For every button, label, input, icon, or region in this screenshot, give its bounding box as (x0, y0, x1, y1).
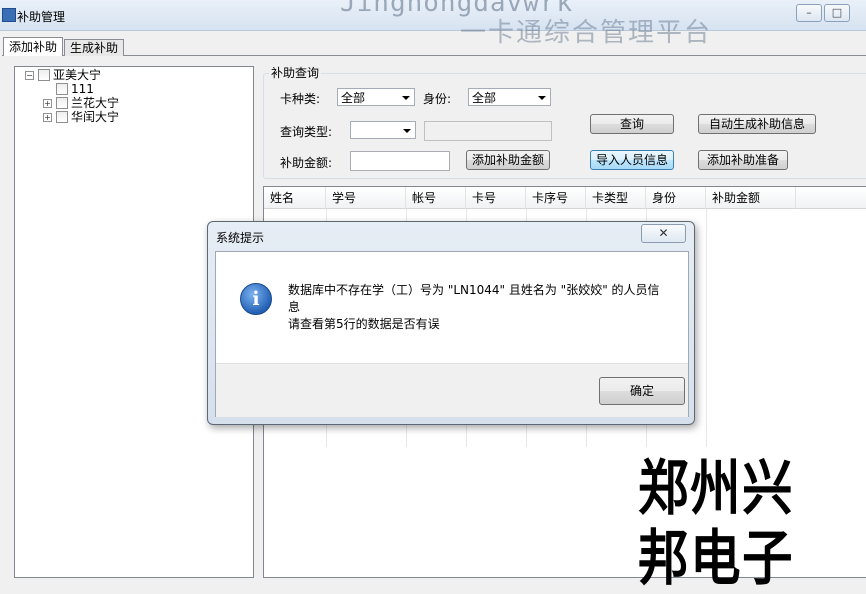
identity-label: 身份: (423, 92, 452, 106)
expand-icon[interactable]: + (43, 99, 52, 108)
query-value-field (424, 121, 552, 141)
column-header[interactable]: 学号 (326, 187, 406, 209)
column-header[interactable]: 身份 (646, 187, 706, 209)
card-type-value: 全部 (341, 91, 366, 105)
expand-icon[interactable]: + (43, 113, 52, 122)
amount-label: 补助金额: (280, 156, 333, 170)
dialog-message: 数据库中不存在学（工）号为 "LN1044" 且姓名为 "张姣姣" 的人员信 息… (288, 282, 673, 333)
amount-input[interactable] (350, 151, 450, 171)
card-type-label: 卡种类: (280, 92, 321, 106)
import-people-button[interactable]: 导入人员信息 (590, 150, 674, 170)
tree-checkbox[interactable] (56, 83, 68, 95)
message-line: 息 (288, 300, 301, 314)
column-header[interactable]: 帐号 (406, 187, 466, 209)
message-line: 请查看第5行的数据是否有误 (288, 317, 440, 331)
query-group-title: 补助查询 (269, 64, 322, 81)
column-header[interactable]: 姓名 (264, 187, 326, 209)
maximize-button[interactable]: □ (824, 4, 850, 22)
tree-checkbox[interactable] (38, 69, 50, 81)
grid-line (706, 209, 707, 447)
column-header[interactable]: 卡类型 (586, 187, 646, 209)
tab-generate-subsidy[interactable]: 生成补助 (64, 39, 125, 56)
dialog-body: i 数据库中不存在学（工）号为 "LN1044" 且姓名为 "张姣姣" 的人员信… (215, 251, 689, 417)
auto-generate-button[interactable]: 自动生成补助信息 (698, 114, 816, 134)
chevron-down-icon (402, 96, 410, 100)
collapse-icon[interactable]: − (25, 71, 34, 80)
brand-watermark: 郑州兴邦电子 (638, 454, 795, 594)
identity-value: 全部 (472, 91, 497, 105)
title-bar: 补助管理 Jinghongdavwrk 一卡通综合管理平台 – □ (0, 0, 866, 48)
identity-select[interactable]: 全部 (468, 88, 551, 106)
add-amount-button[interactable]: 添加补助金额 (466, 150, 550, 170)
chevron-down-icon (403, 129, 411, 133)
column-header[interactable]: 卡序号 (526, 187, 586, 209)
tree-node-label: 111 (71, 82, 94, 96)
chevron-down-icon (538, 96, 546, 100)
tree-node-label: 亚美大宁 (53, 68, 102, 82)
app-icon (2, 8, 16, 22)
tree-checkbox[interactable] (56, 111, 68, 123)
minimize-button[interactable]: – (796, 4, 822, 22)
tree-checkbox[interactable] (56, 97, 68, 109)
system-message-dialog: 系统提示 ✕ i 数据库中不存在学（工）号为 "LN1044" 且姓名为 "张姣… (207, 221, 695, 425)
window-title: 补助管理 (17, 10, 66, 24)
column-header[interactable]: 补助金额 (706, 187, 796, 209)
close-icon[interactable]: ✕ (641, 224, 686, 243)
info-icon: i (240, 283, 272, 315)
query-button[interactable]: 查询 (590, 114, 674, 134)
card-type-select[interactable]: 全部 (337, 88, 415, 106)
message-line: 数据库中不存在学（工）号为 "LN1044" 且姓名为 "张姣姣" 的人员信 (288, 283, 660, 297)
watermark-subtitle: 一卡通综合管理平台 (460, 18, 713, 48)
column-header[interactable]: 卡号 (466, 187, 526, 209)
add-prepare-button[interactable]: 添加补助准备 (698, 150, 788, 170)
ok-button[interactable]: 确定 (599, 377, 685, 405)
column-header-filler (796, 187, 866, 209)
query-type-select[interactable] (350, 121, 416, 139)
query-type-label: 查询类型: (280, 125, 333, 139)
tree-node-label: 华闰大宁 (71, 110, 120, 124)
tree-node-label: 兰花大宁 (71, 96, 120, 110)
tab-add-subsidy[interactable]: 添加补助 (3, 37, 64, 56)
dialog-title: 系统提示 (216, 231, 265, 245)
